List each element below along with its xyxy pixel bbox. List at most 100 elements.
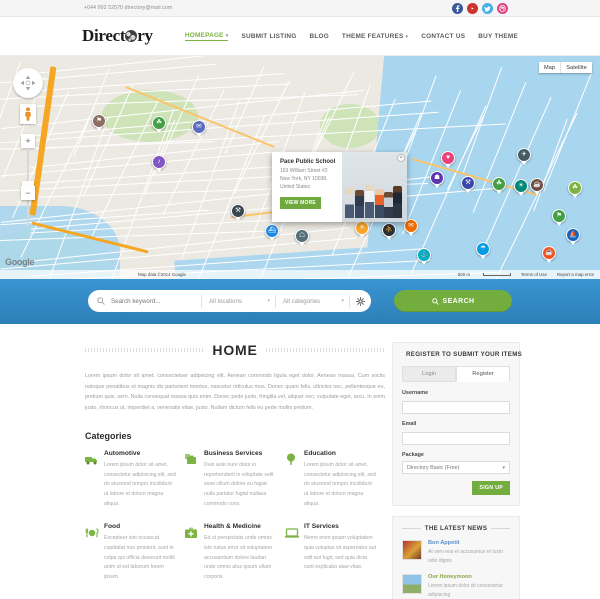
- map-marker[interactable]: ♪: [152, 155, 166, 169]
- map-container[interactable]: ⚑☘♪✉⚒⛴☖⚑ἷd☀⛹✉❦♫☗♥⚒☘☀☕✈⚑☘⛵☕☂⚓ Pace Public…: [0, 56, 600, 279]
- youtube-icon[interactable]: [467, 3, 478, 14]
- nav-item-submit-listing[interactable]: SUBMIT LISTING: [241, 33, 296, 40]
- map-type-map[interactable]: Map: [539, 62, 562, 73]
- location-select[interactable]: All locations ▾: [201, 294, 275, 308]
- news-title[interactable]: Bon Appetit: [428, 540, 510, 546]
- contact-info: +044 002 52570 directory@mail.com: [84, 5, 173, 11]
- map-marker[interactable]: ⚒: [461, 176, 475, 190]
- nav-label: SUBMIT LISTING: [241, 33, 297, 40]
- dribbble-icon[interactable]: [497, 3, 508, 14]
- map-zoom-control[interactable]: + −: [21, 134, 35, 245]
- map-marker[interactable]: ☘: [568, 181, 582, 195]
- widget-divider-right: [491, 528, 511, 529]
- tab-login[interactable]: Login: [402, 366, 456, 382]
- register-widget: REGISTER TO SUBMIT YOUR ITEMS Login Regi…: [392, 342, 522, 506]
- map-marker[interactable]: ☗: [430, 171, 444, 185]
- map-marker[interactable]: ☀: [514, 179, 528, 193]
- username-label: Username: [402, 390, 429, 396]
- map-marker[interactable]: ☘: [492, 177, 506, 191]
- map-marker[interactable]: ☀: [355, 221, 369, 235]
- zoom-out-button[interactable]: −: [21, 186, 35, 200]
- map-marker[interactable]: ⚒: [231, 204, 245, 218]
- category-card-health-medicine[interactable]: Health & Medicine Ed ut perspiciatis und…: [185, 523, 285, 582]
- search-button[interactable]: SEARCH: [394, 290, 512, 312]
- category-card-it-services[interactable]: IT Services Nemo enim ipsam voluptatem q…: [285, 523, 385, 582]
- street-view-pegman-icon[interactable]: [20, 104, 36, 124]
- map-marker[interactable]: ⛹: [382, 223, 396, 237]
- username-field[interactable]: [402, 401, 510, 414]
- news-item[interactable]: Our Honeymoon Lorem ipsum dolor sit cons…: [402, 574, 510, 599]
- chevron-down-icon: ▾: [267, 298, 270, 304]
- chevron-down-icon: ▾: [225, 32, 229, 39]
- photo-person: [345, 188, 354, 218]
- close-icon[interactable]: ×: [397, 154, 405, 162]
- photo-person: [393, 186, 402, 218]
- nav-item-contact-us[interactable]: CONTACT US: [421, 33, 465, 40]
- nav-item-homepage[interactable]: HOMEPAGE ▾: [184, 32, 229, 41]
- nav-label: THEME FEATURES: [341, 33, 404, 40]
- map-marker[interactable]: ✈: [517, 148, 531, 162]
- site-logo[interactable]: Direct ry: [82, 26, 153, 46]
- nav-item-theme-features[interactable]: THEME FEATURES ▾: [342, 33, 408, 40]
- widget-divider-left: [402, 528, 421, 529]
- map-type-satellite[interactable]: Satellite: [561, 62, 592, 73]
- map-marker[interactable]: ☕: [530, 178, 544, 192]
- title-divider-left: [85, 348, 205, 352]
- facebook-icon[interactable]: [452, 3, 463, 14]
- category-body: Automotive Lorem ipsum dolor sit amet, c…: [104, 450, 177, 509]
- view-more-button[interactable]: VIEW MORE: [280, 197, 321, 210]
- package-select-value: Directory Basic (Free): [407, 464, 460, 471]
- category-body: Health & Medicine Ed ut perspiciatis und…: [204, 523, 277, 582]
- map-marker[interactable]: ⚑: [92, 114, 106, 128]
- page-title: HOME: [212, 342, 258, 358]
- nav-item-buy-theme[interactable]: BUY THEME: [478, 33, 518, 40]
- map-info-window[interactable]: Pace Public School 163 William Street #2…: [272, 152, 407, 222]
- google-logo: Google: [5, 257, 35, 267]
- email-field[interactable]: [402, 432, 510, 445]
- category-card-automotive[interactable]: Automotive Lorem ipsum dolor sit amet, c…: [85, 450, 185, 509]
- photo-person: [365, 185, 374, 218]
- map-attribution-bar: Map data ©2014 Google 500 m Terms of Use…: [0, 270, 600, 279]
- category-card-food[interactable]: Food Excepteur sint occaecat cupidatat n…: [85, 523, 185, 582]
- medical-case-icon: [185, 523, 199, 582]
- map-marker[interactable]: ☕: [542, 246, 556, 260]
- map-marker[interactable]: ⚓: [417, 248, 431, 262]
- category-name: IT Services: [304, 523, 339, 531]
- map-marker[interactable]: ⛴: [265, 224, 279, 238]
- page-title-row: HOME: [85, 342, 386, 358]
- laptop-icon: [285, 523, 299, 582]
- category-card-business-services[interactable]: Business Services Duis aute irure dolor …: [185, 450, 285, 509]
- map-marker[interactable]: ☖: [295, 229, 309, 243]
- briefcase-icon: [185, 450, 199, 509]
- news-body: Bon Appetit At vero eos et accusamus et …: [428, 540, 510, 565]
- category-card-education[interactable]: Education Lorem ipsum dolor sit amet, co…: [285, 450, 385, 509]
- sign-up-button[interactable]: SIGN UP: [472, 481, 510, 495]
- advanced-search-button[interactable]: [349, 294, 371, 308]
- main-navigation: HOMEPAGE ▾ SUBMIT LISTING BLOG THEME FEA…: [184, 32, 518, 41]
- package-select[interactable]: Directory Basic (Free) ▾: [402, 461, 510, 474]
- address-line-1: 163 William Street #2: [280, 168, 328, 174]
- category-body: Business Services Duis aute irure dolor …: [204, 450, 277, 509]
- nav-item-blog[interactable]: BLOG: [309, 33, 328, 40]
- map-marker[interactable]: ✉: [192, 120, 206, 134]
- map-marker[interactable]: ⚑: [552, 209, 566, 223]
- category-name: Health & Medicine: [204, 523, 261, 531]
- map-pan-control[interactable]: [13, 68, 43, 98]
- category-select[interactable]: All categories ▾: [275, 294, 349, 308]
- twitter-icon[interactable]: [482, 3, 493, 14]
- map-marker[interactable]: ⛵: [566, 228, 580, 242]
- map-terms-link[interactable]: Terms of Use: [521, 272, 547, 277]
- map-report-link[interactable]: Report a map error: [557, 272, 594, 277]
- category-description: Lorem ipsum dolor sit amet, consectetur …: [104, 462, 176, 507]
- news-title[interactable]: Our Honeymoon: [428, 574, 510, 580]
- news-description: Lorem ipsum dolor sit consectetur adipis…: [428, 583, 504, 598]
- map-marker[interactable]: ☘: [152, 116, 166, 130]
- zoom-in-button[interactable]: +: [21, 134, 35, 148]
- map-marker[interactable]: ♥: [441, 151, 455, 165]
- news-item[interactable]: Bon Appetit At vero eos et accusamus et …: [402, 540, 510, 565]
- news-body: Our Honeymoon Lorem ipsum dolor sit cons…: [428, 574, 510, 599]
- map-marker[interactable]: ☂: [476, 242, 490, 256]
- search-input[interactable]: [111, 297, 201, 305]
- tab-register[interactable]: Register: [456, 366, 510, 382]
- search-panel: All locations ▾ All categories ▾: [88, 290, 371, 312]
